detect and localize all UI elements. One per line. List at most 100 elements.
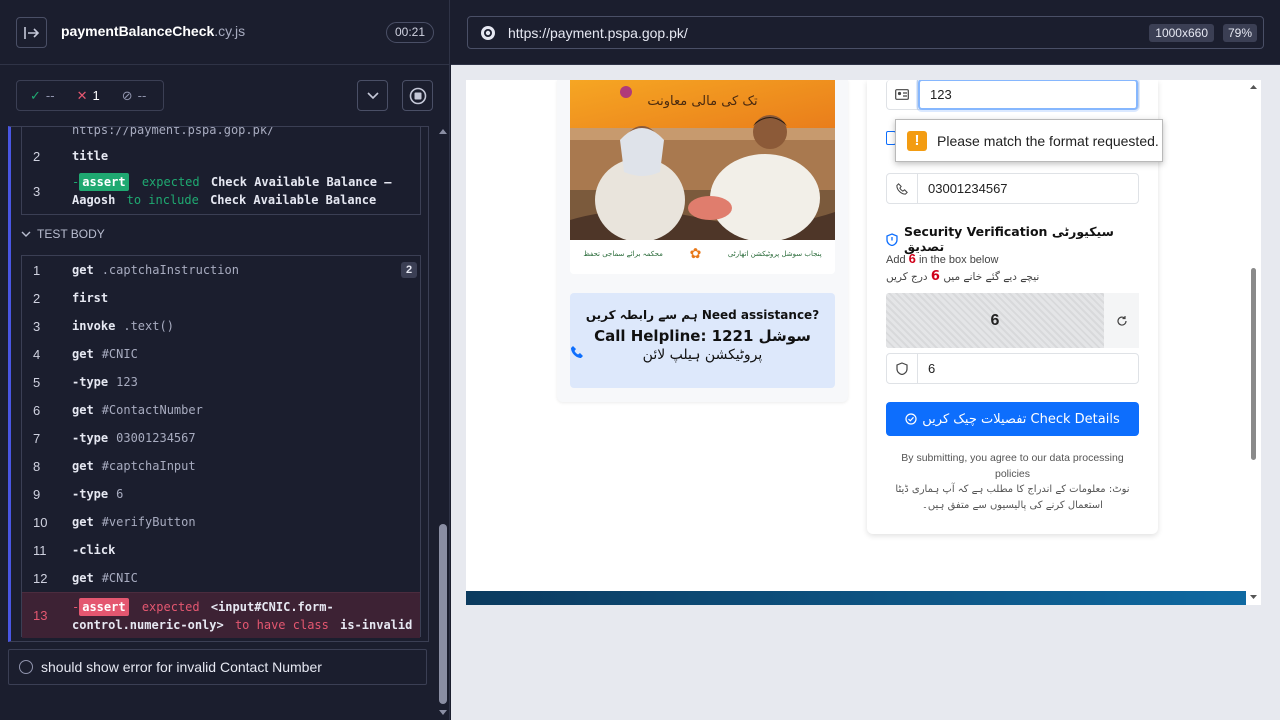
stop-icon — [409, 87, 426, 104]
pending-stat: ⊘ -- — [100, 88, 147, 104]
command-log-panel: paymentBalanceCheck.cy.js 00:21 ✓ -- ✕ 1 ⊘… — [0, 0, 450, 720]
command-row[interactable]: 5 -type 123 — [22, 368, 420, 396]
cnic-field[interactable]: 123 — [886, 80, 1139, 110]
button-label: تفصیلات چیک کریں Check Details — [922, 411, 1120, 427]
command-name: get — [72, 263, 94, 277]
scroll-thumb[interactable] — [1251, 268, 1256, 460]
command-message: #CNIC — [101, 347, 138, 361]
line-number: 2 — [33, 148, 41, 164]
command-row[interactable]: 4 get #CNIC — [22, 340, 420, 368]
selector-playground-icon[interactable] — [480, 25, 496, 41]
scroll-down-icon[interactable] — [1250, 595, 1257, 599]
line-number: 8 — [33, 458, 41, 474]
pending-count: -- — [137, 88, 147, 103]
command-message: 6 — [116, 487, 124, 501]
cnic-input[interactable]: 123 — [920, 87, 952, 102]
command-row[interactable]: 3 invoke .text() — [22, 312, 420, 340]
refresh-captcha-button[interactable] — [1104, 293, 1139, 348]
command-name: get — [72, 459, 94, 473]
command-row[interactable]: 2 first — [22, 284, 420, 312]
captcha-input[interactable]: 6 — [918, 361, 935, 376]
test-title: should show error for invalid Contact Nu… — [41, 659, 322, 675]
instruction-text: Add — [886, 254, 906, 266]
command-row[interactable]: https://payment.pspa.gop.pk/ — [22, 127, 420, 142]
passed-stat: ✓ -- — [17, 88, 55, 104]
app-under-test: https://payment.pspa.gop.pk/ 1000x660 79… — [451, 0, 1280, 720]
scroll-up-icon[interactable] — [439, 129, 447, 134]
line-number: 5 — [33, 374, 41, 390]
captcha-field[interactable]: 6 — [886, 353, 1139, 384]
scroll-down-icon[interactable] — [439, 710, 447, 715]
department-logo-text: محکمہ برائے سماجی تحفظ — [583, 250, 663, 258]
security-heading: Security Verification سیکیورٹی تصدیق — [886, 224, 1158, 254]
line-number: 3 — [33, 318, 41, 334]
shield-check-icon — [887, 354, 918, 383]
command-row[interactable]: 11 -click — [22, 536, 420, 564]
reporter-scrollbar[interactable] — [437, 126, 449, 720]
aut-header: https://payment.pspa.gop.pk/ 1000x660 79… — [451, 0, 1280, 65]
line-number: 9 — [33, 486, 41, 502]
check-circle-icon — [905, 413, 917, 425]
instruction-number: 6 — [930, 269, 940, 284]
command-row[interactable]: 12 get #CNIC — [22, 564, 420, 592]
captcha-instruction: Add 6 in the box below — [886, 251, 998, 266]
assert-keyword: expected — [141, 175, 200, 189]
command-row[interactable]: 9 -type 6 — [22, 480, 420, 508]
spec-header: paymentBalanceCheck.cy.js 00:21 — [0, 0, 449, 65]
command-name: -click — [72, 543, 116, 557]
before-hook-block: https://payment.pspa.gop.pk/ 2 title 3 -… — [21, 127, 421, 215]
command-name: get — [72, 571, 94, 585]
command-name: -type — [72, 375, 109, 389]
command-message: #verifyButton — [101, 515, 196, 529]
toggle-specs-button[interactable] — [16, 17, 47, 48]
collapse-button[interactable] — [357, 80, 388, 111]
assert-subject: control.numeric-only> — [72, 617, 224, 632]
scroll-up-icon[interactable] — [1250, 85, 1257, 89]
viewport-badge: 1000x660 — [1149, 24, 1214, 42]
sidebar-toggle-icon — [23, 26, 39, 39]
assert-value: Aagosh — [72, 193, 116, 207]
line-number: 2 — [33, 290, 41, 306]
command-row[interactable]: 10 get #verifyButton — [22, 508, 420, 536]
failed-assert-row[interactable]: 13 - assert expected <input#CNIC.form- co… — [22, 592, 420, 638]
command-row[interactable]: 1 get .captchaInstruction 2 — [22, 256, 420, 284]
test-item[interactable]: should show error for invalid Contact Nu… — [8, 649, 427, 685]
page-scrollbar[interactable] — [1246, 80, 1261, 605]
help-heading: ہم سے رابطہ کریں Need assistance? — [585, 308, 820, 322]
scroll-thumb[interactable] — [439, 524, 447, 704]
command-row[interactable]: 2 title — [22, 142, 420, 170]
command-row[interactable]: 6 get #ContactNumber — [22, 396, 420, 424]
line-number: 3 — [33, 183, 41, 199]
command-row[interactable]: 8 get #captchaInput — [22, 452, 420, 480]
line-number: 13 — [33, 608, 48, 623]
command-name: get — [72, 515, 94, 529]
element-count-badge: 2 — [401, 262, 417, 278]
assert-row[interactable]: 3 - assert expected Check Available Balan… — [22, 170, 420, 212]
test-body-toggle[interactable]: TEST BODY — [21, 227, 105, 241]
command-message: 03001234567 — [116, 431, 196, 445]
assert-badge: assert — [79, 173, 129, 191]
passed-count: -- — [45, 88, 55, 103]
contact-field[interactable]: 03001234567 — [886, 173, 1139, 204]
disclaimer-urdu: استعمال کرنے کی پالیسیوں سے متفق ہیں۔ — [922, 500, 1103, 511]
assert-subject: <input#CNIC.form- — [210, 599, 334, 614]
contact-input[interactable]: 03001234567 — [918, 181, 1008, 196]
shield-icon — [886, 232, 898, 246]
check-details-button[interactable]: تفصیلات چیک کریں Check Details — [886, 402, 1139, 436]
security-title: Security Verification سیکیورٹی تصدیق — [903, 224, 1114, 254]
tooltip-message: Please match the format requested. — [937, 132, 1159, 149]
captcha-instruction-urdu: نیچے دیے گئے خانے میں 6 درج کریں — [886, 269, 1039, 284]
command-row[interactable]: 7 -type 03001234567 — [22, 424, 420, 452]
disclaimer: By submitting, you agree to our data pro… — [886, 450, 1139, 514]
helpline-number[interactable]: Call Helpline: 1221 سوشل — [570, 327, 835, 345]
command-name: get — [72, 347, 94, 361]
assert-keyword: to have class — [234, 617, 329, 632]
captcha-display: 6 — [886, 293, 1139, 348]
section-label: TEST BODY — [37, 227, 105, 241]
assert-badge: assert — [79, 597, 129, 616]
helpline-urdu: پروٹیکشن ہیلپ لائن — [642, 347, 763, 363]
url-bar[interactable]: https://payment.pspa.gop.pk/ 1000x660 79… — [467, 16, 1264, 49]
stop-button[interactable] — [402, 80, 433, 111]
info-card: تک کی مالی معاونت محکمہ برائے سماجی تحفظ… — [557, 80, 848, 402]
duration-badge: 00:21 — [386, 22, 434, 43]
